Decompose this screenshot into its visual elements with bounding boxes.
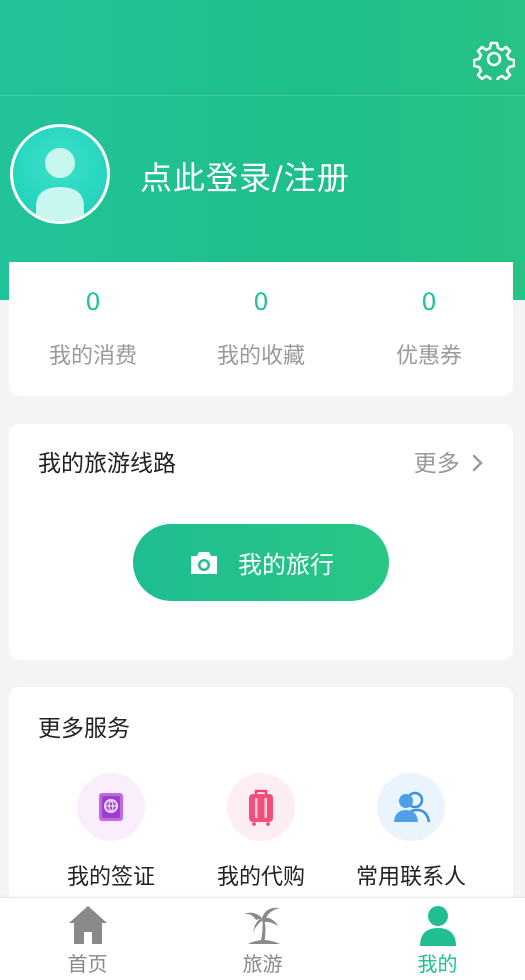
tab-label: 我的: [417, 952, 458, 976]
more-label: 更多: [413, 451, 460, 477]
service-label: 常用联系人: [355, 865, 466, 890]
stat-coupons[interactable]: 0 优惠券: [345, 262, 513, 396]
bottom-tab-bar: 首页 旅游 我的: [0, 897, 525, 980]
tab-mine[interactable]: 我的: [350, 898, 525, 980]
service-label: 我的签证: [66, 865, 155, 890]
gear-icon[interactable]: [472, 38, 516, 85]
service-label: 我的代购: [216, 865, 305, 890]
stat-label: 我的消费: [48, 344, 137, 369]
travel-routes-card: 我的旅游线路 更多 我的旅行: [9, 424, 513, 660]
stats-card: 0 我的消费 0 我的收藏 0 优惠券: [9, 262, 513, 396]
my-trip-label: 我的旅行: [238, 551, 334, 579]
my-trip-button[interactable]: 我的旅行: [133, 524, 389, 601]
service-contacts[interactable]: 常用联系人: [341, 773, 481, 893]
service-purchasing[interactable]: 我的代购: [191, 773, 331, 893]
tab-home[interactable]: 首页: [0, 898, 175, 980]
stat-value: 0: [253, 288, 269, 316]
contacts-icon: [377, 773, 445, 841]
stat-label: 我的收藏: [216, 344, 305, 369]
section-title-services: 更多服务: [38, 716, 130, 742]
suitcase-icon: [227, 773, 295, 841]
chevron-right-icon: [467, 451, 485, 477]
service-visa[interactable]: 我的签证: [41, 773, 181, 893]
passport-icon: [77, 773, 145, 841]
home-icon: [69, 906, 107, 944]
palm-tree-icon: [244, 907, 280, 944]
stat-consumption[interactable]: 0 我的消费: [9, 262, 177, 396]
tab-travel[interactable]: 旅游: [175, 898, 350, 980]
stat-label: 优惠券: [395, 344, 462, 369]
person-icon: [420, 906, 456, 946]
tab-label: 首页: [67, 952, 108, 976]
section-title-routes: 我的旅游线路: [38, 451, 176, 477]
stat-favorites[interactable]: 0 我的收藏: [177, 262, 345, 396]
user-avatar-icon[interactable]: [10, 124, 110, 224]
login-register-link[interactable]: 点此登录/注册: [140, 153, 350, 199]
more-link[interactable]: 更多: [414, 444, 485, 478]
tab-label: 旅游: [242, 952, 283, 976]
stat-value: 0: [421, 288, 437, 316]
camera-icon: [191, 551, 217, 574]
stat-value: 0: [85, 288, 101, 316]
header-divider: [0, 95, 525, 96]
